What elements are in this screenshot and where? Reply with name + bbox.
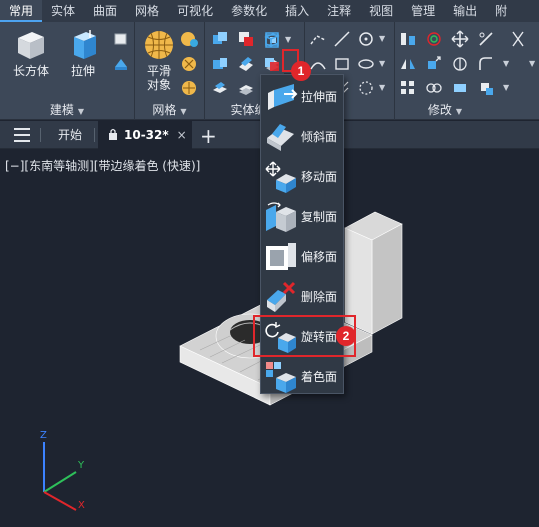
menu-item-copy-face[interactable]: 复制面: [261, 197, 345, 237]
extrude-face-icon: [268, 84, 298, 110]
menu-item-label: 倾斜面: [301, 130, 338, 144]
copy-face-icon: [266, 202, 296, 232]
menu-item-label: 复制面: [301, 210, 338, 224]
menu-item-label: 着色面: [301, 370, 338, 384]
menu-item-label: 删除面: [301, 290, 338, 304]
menu-item-taper-face[interactable]: 倾斜面: [261, 117, 345, 157]
menu-item-label: 偏移面: [301, 250, 338, 264]
move-face-icon: [265, 161, 296, 193]
menu-item-label: 移动面: [301, 170, 338, 184]
delete-face-icon: [267, 281, 296, 312]
menu-item-move-face[interactable]: 移动面: [261, 157, 345, 197]
ucs-icon: [43, 442, 77, 511]
menu-item-delete-face[interactable]: 删除面: [261, 277, 345, 317]
step1-badge: 1: [291, 61, 311, 81]
color-face-icon: [266, 362, 296, 393]
menu-item-label: 拉伸面: [301, 90, 338, 104]
taper-face-icon: [267, 124, 294, 151]
ucs-y-label: Y: [78, 460, 85, 471]
cad-application-window: { "ribbon_tabs": ["常用", "实体", "曲面", "网格"…: [0, 0, 539, 527]
ucs-z-label: Z: [40, 430, 47, 441]
menu-item-color-face[interactable]: 着色面: [261, 357, 345, 397]
menu-item-offset-face[interactable]: 偏移面: [261, 237, 345, 277]
step2-badge: 2: [336, 326, 356, 346]
offset-face-icon: [266, 243, 296, 270]
menu-item-extrude-face[interactable]: 拉伸面: [261, 77, 345, 117]
ucs-x-label: X: [78, 500, 85, 511]
